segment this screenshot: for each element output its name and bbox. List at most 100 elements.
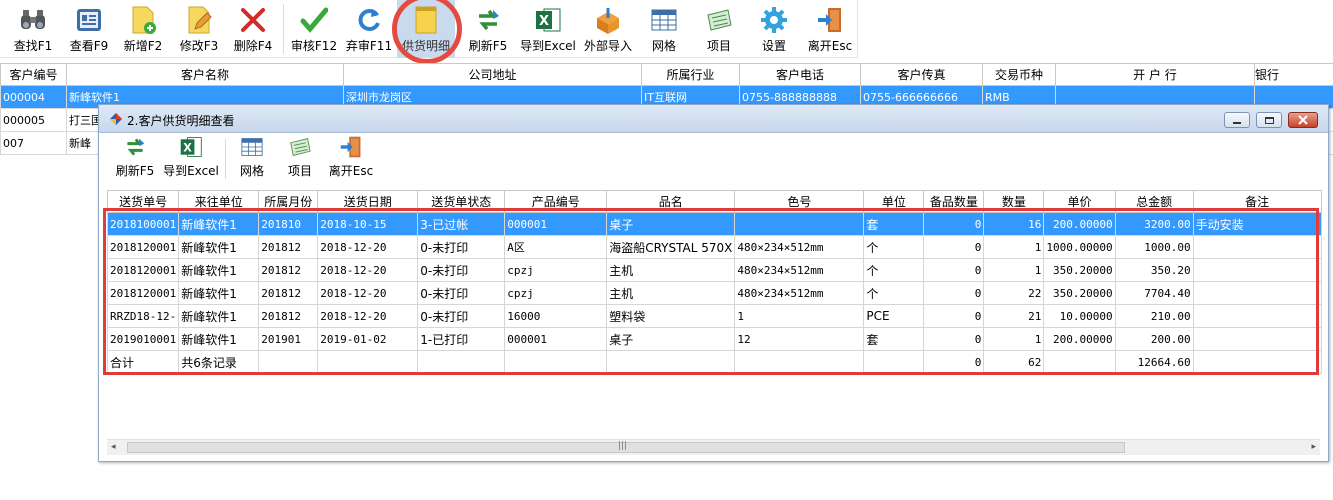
cell: 个 — [863, 235, 925, 259]
cell: 0 — [923, 235, 985, 259]
excel-icon: X — [179, 135, 203, 159]
table-row[interactable]: 2019010001 新峰软件1 201901 2019-01-02 1-已打印 0000… — [106, 327, 1322, 351]
table-row[interactable]: 2018100001 新峰软件1 201810 2018-10-15 3-已过帐 0000… — [106, 212, 1322, 236]
col-partner[interactable]: 来往单位 — [178, 190, 260, 213]
col-spare-qty[interactable]: 备品数量 — [923, 190, 985, 213]
cell: 新峰软件1 — [178, 304, 260, 328]
cell: 手动安装 — [1192, 212, 1322, 236]
audit-label: 审核F12 — [290, 39, 338, 53]
col-delivery-date[interactable]: 送货日期 — [317, 190, 419, 213]
swap-arrows-icon — [123, 135, 147, 159]
import-button[interactable]: 外部导入 — [582, 0, 634, 58]
table-row[interactable]: 2018120001 新峰软件1 201812 2018-12-20 0-未打印 cpzj… — [106, 258, 1322, 282]
close-icon — [1298, 115, 1308, 125]
col-product-code[interactable]: 产品编号 — [504, 190, 608, 213]
col-fax[interactable]: 客户传真 — [860, 63, 983, 86]
col-company-address[interactable]: 公司地址 — [343, 63, 642, 86]
col-status[interactable]: 送货单状态 — [417, 190, 506, 213]
minimize-button[interactable] — [1224, 112, 1250, 128]
cell: 350.20000 — [1043, 281, 1116, 305]
detail-header-row: 送货单号 来往单位 所属月份 送货日期 送货单状态 产品编号 品名 色号 单位 … — [106, 190, 1322, 213]
cell: 22 — [983, 281, 1045, 305]
col-customer-name[interactable]: 客户名称 — [66, 63, 344, 86]
cell: 主机 — [606, 281, 736, 305]
col-total[interactable]: 总金额 — [1114, 190, 1194, 213]
export-excel-label: 导到Excel — [520, 39, 576, 53]
maximize-button[interactable] — [1256, 112, 1282, 128]
find-button[interactable]: 查找F1 — [8, 0, 58, 58]
cell: 200.00000 — [1043, 327, 1116, 351]
cell — [606, 350, 736, 374]
project-icon — [288, 135, 312, 159]
cell: 新峰软件1 — [178, 235, 260, 259]
unaudit-button[interactable]: 弃审F11 — [344, 0, 394, 58]
settings-label: 设置 — [761, 39, 786, 53]
new-button[interactable]: 新增F2 — [120, 0, 166, 58]
supply-detail-window: 2.客户供货明细查看 刷新F5 X 导到Excel 网格 项目 离开Esc 送货… — [98, 104, 1329, 462]
new-doc-icon — [128, 5, 158, 35]
view-button[interactable]: 查看F9 — [66, 0, 112, 58]
grid-button[interactable]: 网格 — [642, 0, 686, 58]
col-bank[interactable]: 开 户 行 — [1055, 63, 1255, 86]
cell — [1192, 350, 1322, 374]
cell: 480×234×512mm — [734, 235, 865, 259]
edit-doc-icon — [184, 5, 214, 35]
col-unit-price[interactable]: 单价 — [1043, 190, 1116, 213]
cell: 1 — [983, 235, 1045, 259]
col-unit[interactable]: 单位 — [863, 190, 925, 213]
scrollbar-thumb[interactable]: ||| — [127, 441, 1125, 453]
edit-button[interactable]: 修改F3 — [176, 0, 222, 58]
dialog-export-excel-button[interactable]: X 导到Excel — [163, 135, 219, 181]
scroll-right-icon[interactable]: ▸ — [1311, 442, 1316, 452]
import-label: 外部导入 — [583, 39, 632, 53]
exit-label: 离开Esc — [807, 39, 853, 53]
table-row[interactable]: 2018120001 新峰软件1 201812 2018-12-20 0-未打印 cpzj… — [106, 281, 1322, 305]
cell: 1 — [983, 327, 1045, 351]
close-button[interactable] — [1288, 112, 1318, 128]
find-label: 查找F1 — [13, 39, 53, 53]
cell — [734, 350, 865, 374]
cell: 480×234×512mm — [734, 281, 865, 305]
export-excel-button[interactable]: X 导到Excel — [519, 0, 577, 58]
dialog-refresh-button[interactable]: 刷新F5 — [113, 135, 157, 181]
cell: 1-已打印 — [417, 327, 506, 351]
col-qty[interactable]: 数量 — [983, 190, 1045, 213]
project-button[interactable]: 项目 — [697, 0, 741, 58]
dialog-grid-button[interactable]: 网格 — [233, 135, 271, 181]
exit-button[interactable]: 离开Esc — [804, 0, 856, 58]
col-industry[interactable]: 所属行业 — [641, 63, 740, 86]
scroll-left-icon[interactable]: ◂ — [111, 442, 116, 452]
cell: 350.20000 — [1043, 258, 1116, 282]
col-remark[interactable]: 备注 — [1192, 190, 1322, 213]
cell — [1192, 327, 1322, 351]
table-row[interactable]: RRZD18-12- 新峰软件1 201812 2018-12-20 0-未打印 1600… — [106, 304, 1322, 328]
total-row[interactable]: 合计 共6条记录 0 62 12664.60 — [106, 350, 1322, 374]
settings-button[interactable]: 设置 — [752, 0, 796, 58]
dialog-exit-button[interactable]: 离开Esc — [327, 135, 375, 181]
horizontal-scrollbar[interactable]: ◂ ||| ▸ — [107, 439, 1320, 455]
col-customer-code[interactable]: 客户编号 — [0, 63, 67, 86]
table-row[interactable]: 2018120001 新峰软件1 201812 2018-12-20 0-未打印 A区 海盗… — [106, 235, 1322, 259]
col-currency[interactable]: 交易币种 — [982, 63, 1056, 86]
cell: 桌子 — [606, 327, 736, 351]
cell: 2019-01-02 — [317, 327, 419, 351]
cell: 7704.40 — [1114, 281, 1194, 305]
col-phone[interactable]: 客户电话 — [739, 63, 861, 86]
audit-button[interactable]: 审核F12 — [289, 0, 339, 58]
cell: 主机 — [606, 258, 736, 282]
col-color[interactable]: 色号 — [734, 190, 865, 213]
col-month[interactable]: 所属月份 — [258, 190, 319, 213]
delete-button[interactable]: 删除F4 — [230, 0, 276, 58]
swap-arrows-icon — [473, 5, 503, 35]
dialog-project-button[interactable]: 项目 — [281, 135, 319, 181]
refresh-button[interactable]: 刷新F5 — [465, 0, 511, 58]
checkmark-icon — [299, 5, 329, 35]
app-logo-icon — [110, 113, 122, 125]
window-titlebar[interactable]: 2.客户供货明细查看 — [99, 105, 1328, 133]
col-bank-account[interactable]: 银行 — [1254, 63, 1333, 86]
cell: 210.00 — [1114, 304, 1194, 328]
col-product-name[interactable]: 品名 — [606, 190, 736, 213]
col-delivery-no[interactable]: 送货单号 — [106, 190, 180, 213]
dialog-refresh-label: 刷新F5 — [115, 164, 155, 178]
cell: 套 — [863, 327, 925, 351]
